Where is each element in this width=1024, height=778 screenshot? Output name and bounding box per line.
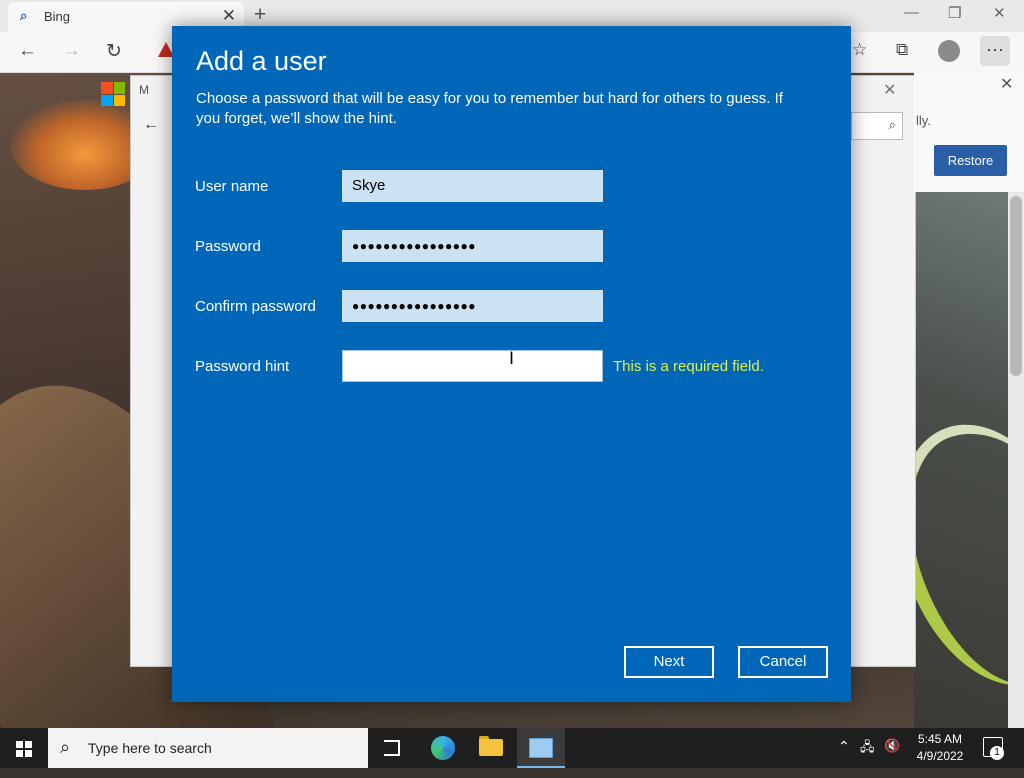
password-hint-row: Password hint This is a required field. (195, 350, 835, 382)
settings-search-input[interactable]: ⌕ (851, 112, 903, 140)
confirm-password-field[interactable]: ●●●●●●●●●●●●●●●● (342, 290, 603, 322)
volume-muted-icon[interactable]: 🔇 (884, 738, 900, 778)
password-hint-field[interactable] (342, 350, 603, 382)
username-label: User name (195, 178, 269, 195)
close-window-button[interactable]: ✕ (993, 4, 1006, 22)
password-hint-label: Password hint (195, 358, 290, 375)
network-icon[interactable]: 🖧 (860, 738, 875, 778)
username-field[interactable]: Skye (342, 170, 603, 202)
task-view-button[interactable] (368, 728, 416, 768)
file-explorer-button[interactable] (467, 728, 515, 768)
back-button[interactable]: ← (18, 40, 37, 62)
confirm-password-row: Confirm password ●●●●●●●●●●●●●●●● (195, 290, 835, 322)
task-view-icon (384, 740, 400, 756)
search-icon: ⌕ (60, 737, 71, 757)
edge-taskbar-button[interactable] (419, 728, 467, 768)
windows-logo-icon (16, 741, 32, 757)
dialog-title: Add a user (196, 46, 327, 76)
maximize-button[interactable]: ❐ (948, 4, 961, 22)
password-row: Password ●●●●●●●●●●●●●●●● (195, 230, 835, 262)
settings-taskbar-button[interactable] (517, 728, 565, 768)
restore-button[interactable]: Restore (934, 145, 1007, 176)
side-panel-close-button[interactable]: ✕ (1000, 74, 1013, 94)
taskbar-search-box[interactable]: ⌕ Type here to search (48, 728, 368, 768)
tab-title: Bing (44, 9, 71, 24)
settings-app-icon (529, 738, 553, 758)
folder-icon (479, 739, 503, 756)
settings-title: M (139, 83, 149, 97)
scrollbar-thumb[interactable] (1010, 196, 1022, 376)
tray-chevron-icon[interactable]: ⌃ (838, 738, 850, 778)
add-user-dialog: Add a user Choose a password that will b… (172, 26, 851, 702)
collections-icon[interactable]: ⧉ (896, 40, 908, 60)
settings-back-button[interactable]: ← (143, 116, 159, 134)
confirm-password-label: Confirm password (195, 298, 316, 315)
search-placeholder: Type here to search (88, 740, 212, 756)
notification-badge: 1 (990, 746, 1004, 760)
cancel-button[interactable]: Cancel (738, 646, 828, 678)
side-panel-text: lly. (916, 113, 931, 128)
microsoft-logo-icon (101, 82, 125, 106)
edge-icon (431, 736, 455, 760)
settings-close-button[interactable]: ✕ (883, 80, 896, 100)
clock-time: 5:45 AM (917, 732, 963, 746)
taskbar: ⌕ Type here to search ⌃ 🖧 🔇 5:45 AM 4/9/… (0, 728, 1024, 768)
password-label: Password (195, 238, 261, 255)
password-field[interactable]: ●●●●●●●●●●●●●●●● (342, 230, 603, 262)
search-icon: ⌕ (20, 8, 28, 23)
forward-button[interactable]: → (62, 40, 81, 62)
new-tab-button[interactable]: + (254, 3, 266, 27)
dialog-description: Choose a password that will be easy for … (196, 90, 783, 127)
clock-date: 4/9/2022 (916, 749, 964, 763)
next-button[interactable]: Next (624, 646, 714, 678)
username-row: User name Skye (195, 170, 835, 202)
more-options-button[interactable]: ··· (980, 36, 1010, 66)
minimize-button[interactable]: — (904, 4, 919, 21)
start-button[interactable] (0, 728, 48, 768)
tab-close-icon[interactable]: ✕ (222, 6, 236, 26)
search-icon: ⌕ (888, 117, 896, 132)
favorites-icon[interactable]: ☆ (852, 40, 867, 60)
refresh-button[interactable]: ↻ (106, 40, 122, 63)
text-cursor-icon: I (509, 349, 515, 369)
profile-avatar[interactable] (938, 40, 960, 62)
required-field-error: This is a required field. (613, 358, 764, 375)
clock[interactable]: 5:45 AM 4/9/2022 (904, 731, 976, 765)
